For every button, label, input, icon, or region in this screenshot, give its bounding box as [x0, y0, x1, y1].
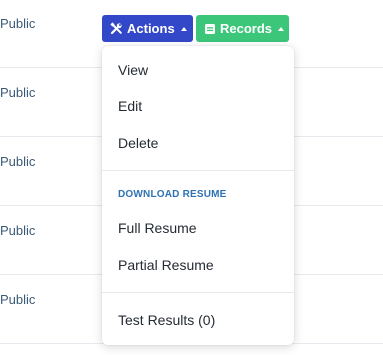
actions-button[interactable]: Actions [102, 15, 193, 42]
menu-item-test-results[interactable]: Test Results (0) [118, 312, 215, 328]
records-button-label: Records [220, 21, 273, 36]
caret-up-icon [278, 26, 285, 31]
menu-section-header: DOWNLOAD RESUME [118, 189, 227, 200]
visibility-cell: Public [0, 154, 36, 169]
menu-divider [102, 292, 294, 293]
records-icon [204, 22, 216, 35]
caret-up-icon [180, 26, 187, 31]
menu-item-full-resume[interactable]: Full Resume [118, 220, 197, 236]
menu-item-delete[interactable]: Delete [118, 135, 158, 151]
visibility-cell: Public [0, 16, 36, 31]
records-button[interactable]: Records [196, 15, 289, 42]
visibility-cell: Public [0, 292, 36, 307]
tools-icon [110, 22, 123, 35]
menu-item-partial-resume[interactable]: Partial Resume [118, 257, 214, 273]
menu-divider [102, 170, 294, 171]
menu-item-edit[interactable]: Edit [118, 98, 142, 114]
actions-dropdown-menu: View Edit Delete DOWNLOAD RESUME Full Re… [102, 46, 294, 345]
visibility-cell: Public [0, 85, 36, 100]
visibility-cell: Public [0, 223, 36, 238]
menu-item-view[interactable]: View [118, 62, 148, 78]
actions-button-label: Actions [127, 21, 175, 36]
